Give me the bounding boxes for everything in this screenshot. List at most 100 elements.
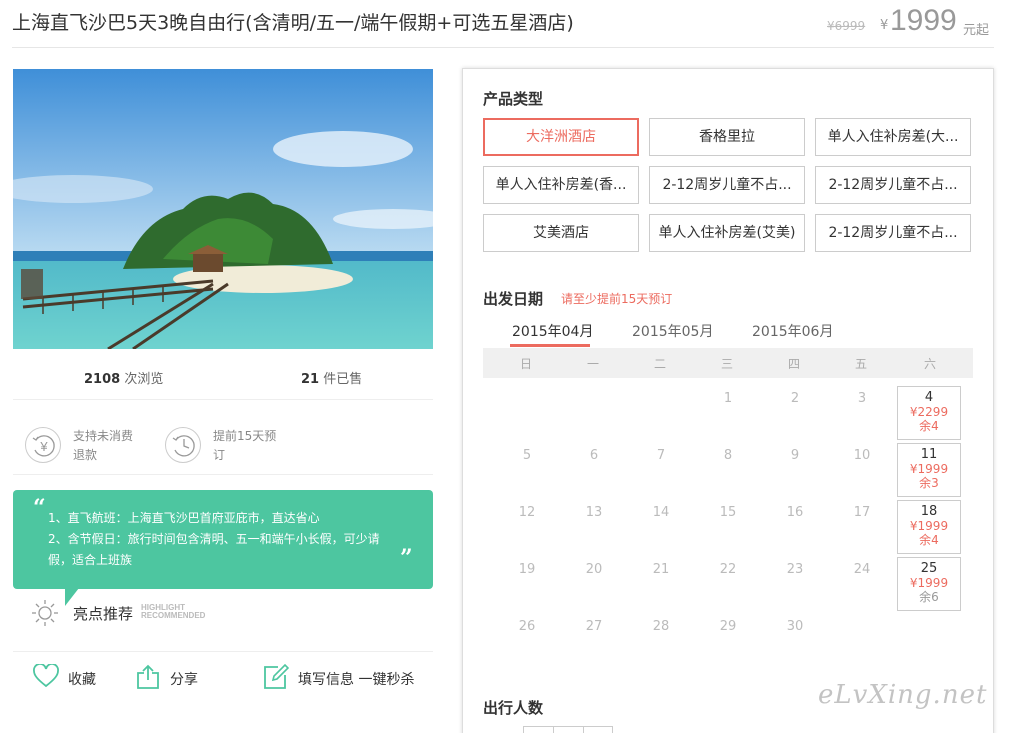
tab-month-2015-04[interactable]: 2015年04月 [512, 321, 593, 341]
weekday-mon: 一 [586, 357, 599, 371]
calendar-day: 9 [790, 448, 800, 463]
calendar-day: 8 [723, 448, 733, 463]
sun-icon [31, 599, 59, 631]
calendar-day: 22 [719, 562, 737, 577]
views-count: 2108 [84, 372, 121, 387]
page-header: 上海直飞沙巴5天3晚自由行(含清明/五一/端午假期+可选五星酒店) ¥6999 … [12, 0, 994, 48]
calendar-day-available[interactable]: 25 ¥1999 余6 [897, 557, 961, 611]
calendar-day: 19 [518, 562, 536, 577]
day-price: ¥2299 [909, 405, 949, 419]
calendar-day: 12 [518, 505, 536, 520]
calendar-day: 23 [786, 562, 804, 577]
calendar-day: 20 [585, 562, 603, 577]
product-type-option[interactable]: 2-12周岁儿童不占... [649, 166, 805, 204]
calendar-day: 17 [853, 505, 871, 520]
departure-title: 出发日期 [483, 290, 544, 308]
calendar-day: 13 [585, 505, 603, 520]
highlight-label-en: HIGHLIGHT RECOMMENDED [141, 604, 205, 620]
calendar-day: 6 [589, 448, 599, 463]
current-price: 1999 [890, 4, 957, 37]
calendar-day: 16 [786, 505, 804, 520]
calendar-day: 28 [652, 619, 670, 634]
departure-hint: 请至少提前15天预订 [561, 292, 673, 306]
day-number: 25 [920, 561, 938, 576]
sold-stat: 21 件已售 [301, 368, 362, 387]
original-price: ¥6999 [827, 19, 866, 33]
weekday-thu: 四 [787, 357, 800, 371]
clock-icon [165, 427, 201, 463]
traveler-stepper[interactable] [523, 726, 613, 733]
active-month-indicator [510, 344, 590, 347]
stepper-decrement[interactable] [524, 727, 554, 733]
highlight-bubble: “ 1、直飞航班：上海直飞沙巴首府亚庇市，直达省心 2、含节假日：旅行时间包含清… [13, 490, 433, 606]
product-photo [13, 69, 433, 349]
views-label: 次浏览 [124, 372, 164, 387]
watermark: eLvXing.net [818, 680, 988, 710]
favorite-label: 收藏 [68, 672, 96, 688]
day-remaining: 余4 [919, 533, 939, 547]
calendar-day: 10 [853, 448, 871, 463]
weekday-fri: 五 [854, 357, 867, 371]
highlight-label-en-2: RECOMMENDED [141, 611, 206, 620]
calendar-day: 7 [656, 448, 666, 463]
sold-count: 21 [301, 372, 320, 387]
feature-advance-text: 提前15天预订 [213, 429, 277, 462]
calendar-day-available[interactable]: 18 ¥1999 余4 [897, 500, 961, 554]
weekday-sun: 日 [519, 357, 532, 371]
day-remaining: 余6 [919, 590, 939, 604]
edit-icon [263, 663, 290, 694]
day-number: 18 [920, 504, 938, 519]
calendar-day-available[interactable]: 4 ¥2299 余4 [897, 386, 961, 440]
quote-close: ” [400, 545, 413, 571]
calendar-day: 5 [522, 448, 532, 463]
tab-month-2015-06[interactable]: 2015年06月 [752, 321, 833, 341]
feature-refund-text: 支持未消费退款 [73, 429, 134, 462]
day-number: 4 [924, 390, 934, 405]
booking-panel: 产品类型 大洋洲酒店 香格里拉 单人入住补房差(大... 单人入住补房差(香..… [462, 68, 994, 733]
heart-icon [33, 663, 59, 692]
day-number: 11 [920, 447, 938, 462]
share-label: 分享 [170, 672, 198, 688]
highlight-line-1: 1、直飞航班：上海直飞沙巴首府亚庇市，直达省心 [48, 511, 320, 525]
calendar-day: 27 [585, 619, 603, 634]
day-remaining: 余3 [919, 476, 939, 490]
product-type-option[interactable]: 单人入住补房差(艾美) [649, 214, 805, 252]
booking-label: 填写信息 一键秒杀 [298, 672, 415, 688]
highlight-line-2: 2、含节假日：旅行时间包含清明、五一和端午小长假，可少请假，适合上班族 [48, 532, 380, 567]
sold-label: 件已售 [323, 372, 363, 387]
calendar-day: 29 [719, 619, 737, 634]
calendar-day-available[interactable]: 11 ¥1999 余3 [897, 443, 961, 497]
highlight-text: 1、直飞航班：上海直飞沙巴首府亚庇市，直达省心 2、含节假日：旅行时间包含清明、… [48, 508, 388, 571]
stepper-value[interactable] [554, 727, 584, 733]
quote-open: “ [33, 495, 46, 521]
travelers-title: 出行人数 [483, 699, 544, 717]
weekday-wed: 三 [720, 357, 733, 371]
product-title: 上海直飞沙巴5天3晚自由行(含清明/五一/端午假期+可选五星酒店) [12, 12, 574, 34]
svg-text:¥: ¥ [39, 439, 48, 454]
calendar-day: 3 [857, 391, 867, 406]
weekday-tue: 二 [653, 357, 666, 371]
calendar-day: 21 [652, 562, 670, 577]
weekday-header: 日 一 二 三 四 五 六 [483, 348, 973, 378]
calendar-day: 30 [786, 619, 804, 634]
tab-month-2015-05[interactable]: 2015年05月 [632, 321, 713, 341]
highlight-label: 亮点推荐 [73, 605, 134, 623]
product-type-option[interactable]: 艾美酒店 [483, 214, 639, 252]
product-type-option[interactable]: 香格里拉 [649, 118, 805, 156]
calendar-day: 15 [719, 505, 737, 520]
views-stat: 2108 次浏览 [84, 368, 163, 387]
product-type-option[interactable]: 单人入住补房差(香... [483, 166, 639, 204]
day-price: ¥1999 [909, 519, 949, 533]
weekday-sat: 六 [923, 357, 936, 371]
product-stats: 2108 次浏览 21 件已售 [13, 362, 433, 400]
product-type-option[interactable]: 大洋洲酒店 [483, 118, 639, 156]
product-type-option[interactable]: 单人入住补房差(大... [815, 118, 971, 156]
calendar-day: 14 [652, 505, 670, 520]
day-remaining: 余4 [919, 419, 939, 433]
product-type-option[interactable]: 2-12周岁儿童不占... [815, 166, 971, 204]
price-suffix: 元起 [963, 23, 990, 38]
product-type-option[interactable]: 2-12周岁儿童不占... [815, 214, 971, 252]
share-icon [135, 664, 161, 694]
action-bar: 收藏 分享 填写信息 一键秒杀 [13, 651, 433, 701]
calendar-day: 26 [518, 619, 536, 634]
